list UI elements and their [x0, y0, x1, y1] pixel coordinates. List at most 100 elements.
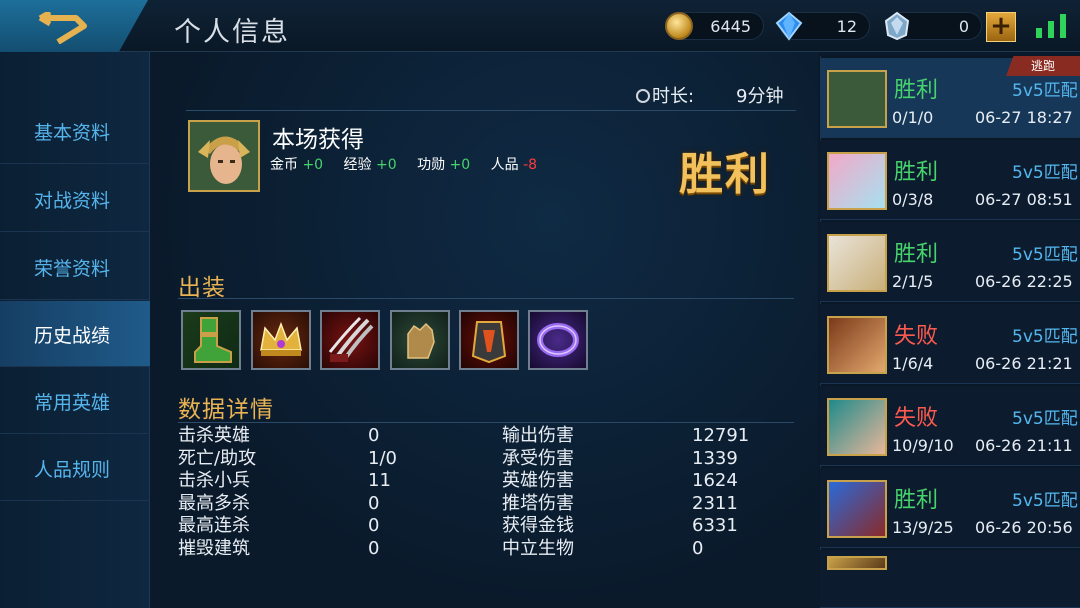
match-mode: 5v5匹配 — [1012, 81, 1078, 101]
stat-value: 0 — [368, 537, 380, 559]
match-kda: 1/6/4 — [892, 354, 934, 373]
equipment-title: 出装 — [178, 275, 226, 301]
match-result: 失败 — [894, 406, 939, 431]
match-list-item-partial[interactable] — [820, 550, 1080, 608]
sidebar-item-match-history[interactable]: 历史战绩 — [0, 301, 166, 367]
boots-icon — [194, 317, 232, 363]
sidebar-item-reputation-rules[interactable]: 人品规则 — [0, 435, 150, 501]
stat-value: 0 — [368, 425, 380, 446]
hero-avatar-icon — [827, 316, 887, 374]
diamond-value: 12 — [836, 17, 857, 36]
page-title: 个人信息 — [174, 17, 290, 48]
divider — [178, 298, 794, 299]
stat-label: 获得金钱 — [502, 515, 574, 536]
stat-label: 推塔伤害 — [502, 492, 574, 514]
stat-value: 6331 — [692, 515, 738, 536]
sidebar-item-label: 对战资料 — [34, 190, 111, 212]
sidebar-item-basic-info[interactable]: 基本资料 — [0, 98, 150, 164]
match-date: 06-27 18:27 — [975, 108, 1073, 127]
match-list-item[interactable]: 失败 5v5匹配 1/6/4 06-26 21:21 — [820, 304, 1080, 384]
hero-avatar-icon — [190, 122, 258, 190]
fire-armor-icon — [471, 321, 507, 364]
gold-counter: 6445 — [665, 12, 764, 40]
match-date: 06-26 20:56 — [975, 518, 1073, 537]
hero-avatar-icon — [827, 398, 887, 456]
match-kda: 2/1/5 — [892, 272, 934, 291]
match-mode: 5v5匹配 — [1012, 245, 1078, 265]
hero-portrait — [188, 120, 260, 192]
sidebar-item-honor-info[interactable]: 荣誉资料 — [0, 234, 150, 300]
equip-slot-5[interactable] — [459, 310, 519, 370]
stats-right-labels: 输出伤害 承受伤害 英雄伤害 推塔伤害 获得金钱 中立生物 — [502, 425, 652, 560]
duration-value: 9分钟 — [736, 86, 784, 107]
equip-slot-6[interactable] — [528, 310, 588, 370]
stats-title: 数据详情 — [178, 397, 274, 423]
match-mode: 5v5匹配 — [1012, 327, 1078, 347]
hero-avatar-icon — [827, 234, 887, 292]
signal-icon — [1036, 14, 1068, 38]
stat-label: 英雄伤害 — [502, 470, 574, 491]
stat-value: 12791 — [692, 425, 750, 446]
stats-left-values: 0 1/0 11 0 0 0 — [368, 425, 448, 560]
sidebar-item-label: 常用英雄 — [34, 392, 111, 414]
stat-value: 1339 — [692, 447, 738, 469]
equip-slot-4[interactable] — [390, 310, 450, 370]
rep-earn-label: 人品 — [490, 157, 519, 173]
gold-coin-icon — [665, 12, 693, 40]
stats-left-labels: 击杀英雄 死亡/助攻 击杀小兵 最高多杀 最高连杀 摧毁建筑 — [178, 425, 328, 560]
gold-earn-label: 金币 — [270, 157, 298, 173]
stat-label: 击杀小兵 — [178, 470, 250, 491]
silver-crystal-icon — [884, 11, 910, 41]
match-list-item[interactable]: 失败 5v5匹配 10/9/10 06-26 21:11 — [820, 386, 1080, 466]
voucher-value: 0 — [958, 17, 969, 36]
sidebar-item-common-heroes[interactable]: 常用英雄 — [0, 368, 150, 434]
diamond-counter: 12 — [775, 11, 870, 41]
sidebar-item-label: 历史战绩 — [34, 325, 111, 347]
stat-label: 摧毁建筑 — [178, 537, 250, 559]
divider — [186, 110, 796, 111]
clock-icon — [636, 89, 650, 103]
match-result: 胜利 — [894, 78, 939, 103]
match-list-item[interactable]: 胜利 5v5匹配 13/9/25 06-26 20:56 — [820, 468, 1080, 548]
claw-blade-icon — [328, 316, 374, 362]
match-mode: 5v5匹配 — [1012, 491, 1078, 511]
sidebar-item-label: 荣誉资料 — [34, 258, 111, 280]
stat-label: 最高多杀 — [178, 492, 250, 514]
recharge-plus-button[interactable]: + — [986, 12, 1016, 42]
gauntlet-icon — [407, 322, 435, 359]
exp-earn-label: 经验 — [343, 157, 372, 173]
stat-value: 2311 — [692, 492, 738, 514]
match-result: 胜利 — [894, 242, 939, 267]
match-result: 胜利 — [894, 160, 939, 185]
stat-label: 中立生物 — [502, 537, 574, 559]
sidebar-item-battle-info[interactable]: 对战资料 — [0, 166, 150, 232]
stat-label: 击杀英雄 — [178, 425, 250, 446]
stat-label: 最高连杀 — [178, 515, 250, 536]
stats-right-values: 12791 1339 1624 2311 6331 0 — [692, 425, 792, 560]
crown-icon — [260, 321, 302, 356]
blue-diamond-icon — [775, 11, 803, 41]
match-kda: 0/3/8 — [892, 190, 934, 209]
match-list-item[interactable]: 胜利 5v5匹配 2/1/5 06-26 22:25 — [820, 222, 1080, 302]
match-duration: 时长: 9分钟 — [636, 82, 783, 108]
earnings-row: 金币 +0 经验 +0 功勋 +0 人品 -8 — [270, 154, 537, 174]
stat-label: 死亡/助攻 — [178, 447, 257, 469]
match-result: 失败 — [894, 324, 939, 349]
stat-label: 承受伤害 — [502, 447, 574, 469]
voucher-counter: 0 — [884, 11, 982, 41]
flee-badge: 逃跑 — [1006, 56, 1080, 76]
match-date: 06-27 08:51 — [975, 190, 1073, 209]
equip-slot-3[interactable] — [320, 310, 380, 370]
match-result-banner: 胜利 — [679, 149, 771, 200]
match-date: 06-26 21:21 — [975, 354, 1073, 373]
hero-avatar-icon — [827, 480, 887, 538]
gold-value: 6445 — [710, 17, 751, 36]
merit-earn-label: 功勋 — [417, 157, 446, 173]
stat-value: 1624 — [692, 470, 738, 491]
equip-slot-2[interactable] — [251, 310, 311, 370]
stat-value: 0 — [368, 492, 380, 514]
hero-avatar-icon — [827, 556, 887, 570]
stat-value: 1/0 — [368, 447, 397, 469]
equip-slot-1[interactable] — [181, 310, 241, 370]
match-list-item[interactable]: 胜利 5v5匹配 0/3/8 06-27 08:51 — [820, 140, 1080, 220]
